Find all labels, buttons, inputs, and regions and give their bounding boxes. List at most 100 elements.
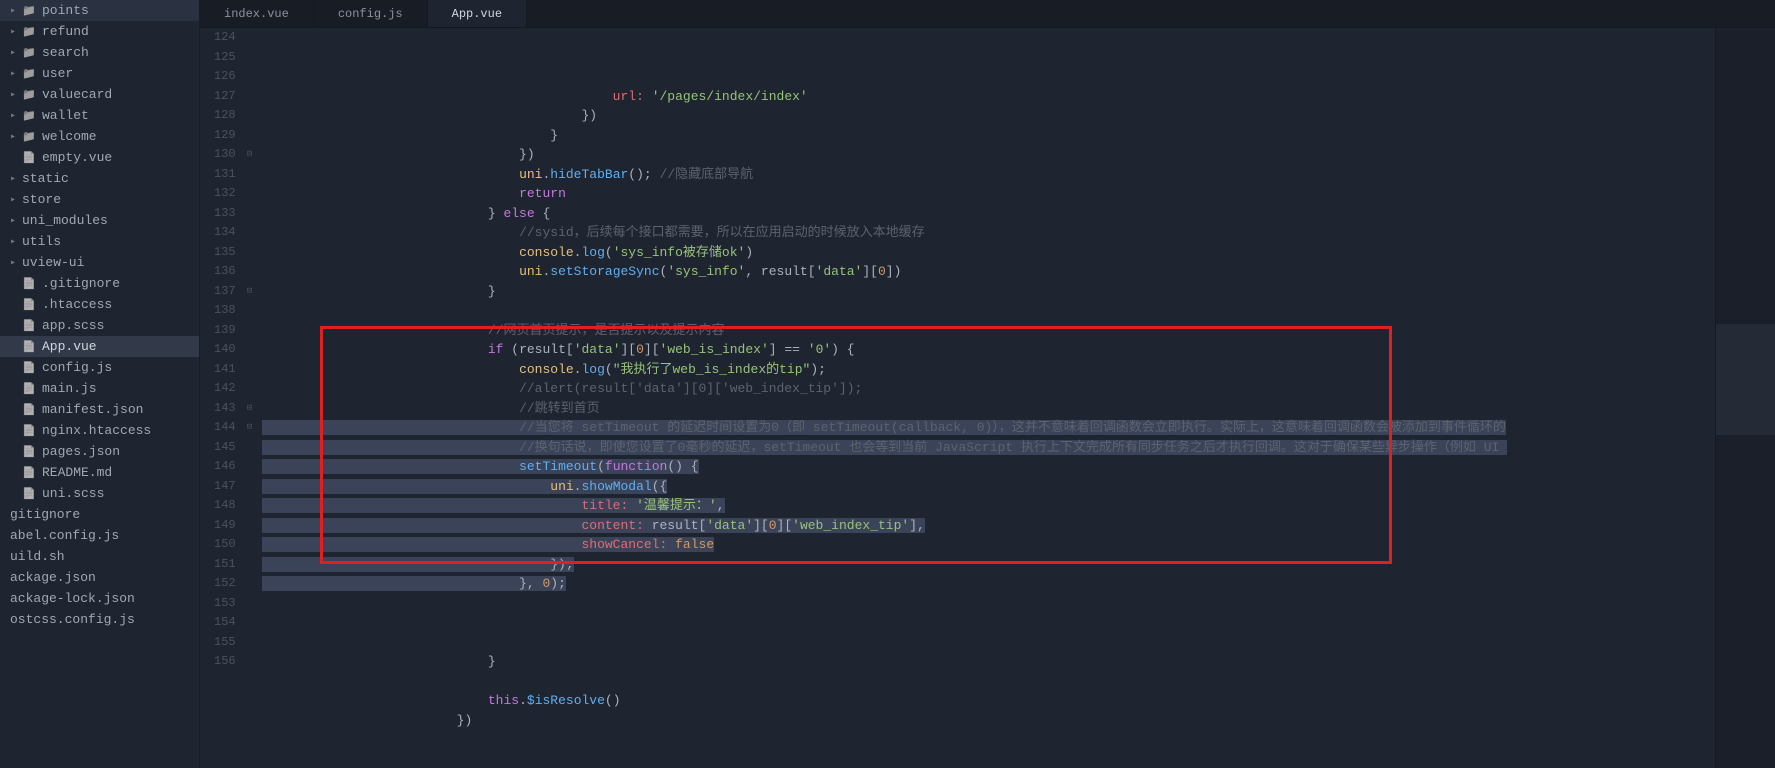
file-icon	[22, 403, 36, 417]
tree-label: search	[42, 45, 89, 60]
tree-label: config.js	[42, 360, 112, 375]
tab[interactable]: App.vue	[428, 0, 527, 27]
tree-label: utils	[22, 234, 61, 249]
code-line[interactable]: console.log("我执行了web_is_index的tip");	[262, 360, 1715, 380]
code-line[interactable]: this.$isResolve()	[262, 691, 1715, 711]
code-line[interactable]: }	[262, 126, 1715, 146]
tree-file[interactable]: empty.vue	[0, 147, 199, 168]
code-line[interactable]: uni.setStorageSync('sys_info', result['d…	[262, 262, 1715, 282]
tree-label: manifest.json	[42, 402, 143, 417]
code-line[interactable]: });	[262, 555, 1715, 575]
file-explorer[interactable]: ▸points▸refund▸search▸user▸valuecard▸wal…	[0, 0, 200, 768]
tree-label: gitignore	[10, 507, 80, 522]
tree-file[interactable]: uni.scss	[0, 483, 199, 504]
code-line[interactable]: content: result['data'][0]['web_index_ti…	[262, 516, 1715, 536]
tree-folder[interactable]: ▸store	[0, 189, 199, 210]
chevron-right-icon: ▸	[10, 5, 20, 17]
tree-folder[interactable]: ▸uview-ui	[0, 252, 199, 273]
tree-folder[interactable]: ▸user	[0, 63, 199, 84]
minimap[interactable]	[1715, 28, 1775, 768]
tree-label: uild.sh	[10, 549, 65, 564]
tree-file[interactable]: gitignore	[0, 504, 199, 525]
code-line[interactable]: //跳转到首页	[262, 399, 1715, 419]
tree-folder[interactable]: ▸points	[0, 0, 199, 21]
tree-label: empty.vue	[42, 150, 112, 165]
file-icon	[22, 298, 36, 312]
code-line[interactable]	[262, 594, 1715, 614]
minimap-viewport[interactable]	[1716, 324, 1775, 435]
tree-folder[interactable]: ▸utils	[0, 231, 199, 252]
tree-folder[interactable]: ▸static	[0, 168, 199, 189]
tree-file[interactable]: config.js	[0, 357, 199, 378]
code-line[interactable]: showCancel: false	[262, 535, 1715, 555]
code-line[interactable]: if (result['data'][0]['web_is_index'] ==…	[262, 340, 1715, 360]
code-area[interactable]: url: '/pages/index/index' }) } }) uni.hi…	[256, 28, 1715, 768]
chevron-right-icon: ▸	[10, 131, 20, 143]
tree-label: pages.json	[42, 444, 120, 459]
code-line[interactable]: }	[262, 652, 1715, 672]
chevron-right-icon: ▸	[10, 215, 20, 227]
tree-file[interactable]: pages.json	[0, 441, 199, 462]
tree-folder[interactable]: ▸wallet	[0, 105, 199, 126]
code-line[interactable]: title: '温馨提示：',	[262, 496, 1715, 516]
code-line[interactable]	[262, 613, 1715, 633]
code-line[interactable]: }, 0);	[262, 574, 1715, 594]
code-line[interactable]: return	[262, 184, 1715, 204]
tab-bar: index.vueconfig.jsApp.vue	[200, 0, 1775, 28]
tree-file[interactable]: .htaccess	[0, 294, 199, 315]
folder-icon	[22, 130, 36, 144]
file-icon	[22, 424, 36, 438]
editor-main: index.vueconfig.jsApp.vue 12412512612712…	[200, 0, 1775, 768]
code-line[interactable]	[262, 633, 1715, 653]
code-line[interactable]: //换句话说，即使您设置了0毫秒的延迟，setTimeout 也会等到当前 Ja…	[262, 438, 1715, 458]
tree-label: ostcss.config.js	[10, 612, 135, 627]
tree-label: main.js	[42, 381, 97, 396]
tree-file[interactable]: app.scss	[0, 315, 199, 336]
tree-folder[interactable]: ▸valuecard	[0, 84, 199, 105]
code-line[interactable]	[262, 672, 1715, 692]
tree-folder[interactable]: ▸ refund	[0, 21, 199, 42]
tree-file[interactable]: ackage-lock.json	[0, 588, 199, 609]
tree-label: static	[22, 171, 69, 186]
code-line[interactable]: console.log('sys_info被存储ok')	[262, 243, 1715, 263]
code-line[interactable]: })	[262, 106, 1715, 126]
code-line[interactable]: })	[262, 711, 1715, 731]
code-line[interactable]: })	[262, 145, 1715, 165]
tree-label: refund	[42, 24, 89, 39]
tree-label: ackage-lock.json	[10, 591, 135, 606]
code-line[interactable]: uni.showModal({	[262, 477, 1715, 497]
tree-folder[interactable]: ▸uni_modules	[0, 210, 199, 231]
code-line[interactable]: } else {	[262, 204, 1715, 224]
chevron-right-icon: ▸	[10, 26, 20, 38]
file-icon	[22, 382, 36, 396]
tree-file[interactable]: abel.config.js	[0, 525, 199, 546]
tree-file[interactable]: ackage.json	[0, 567, 199, 588]
tree-file[interactable]: .gitignore	[0, 273, 199, 294]
tree-file[interactable]: manifest.json	[0, 399, 199, 420]
code-line[interactable]: uni.hideTabBar(); //隐藏底部导航	[262, 165, 1715, 185]
tree-file[interactable]: App.vue	[0, 336, 199, 357]
folder-icon	[22, 67, 36, 81]
tree-file[interactable]: nginx.htaccess	[0, 420, 199, 441]
tree-file[interactable]: main.js	[0, 378, 199, 399]
tree-folder[interactable]: ▸welcome	[0, 126, 199, 147]
file-icon	[22, 487, 36, 501]
code-line[interactable]: url: '/pages/index/index'	[262, 87, 1715, 107]
chevron-right-icon: ▸	[10, 257, 20, 269]
tab[interactable]: config.js	[314, 0, 428, 27]
code-line[interactable]: }	[262, 282, 1715, 302]
code-line[interactable]: setTimeout(function() {	[262, 457, 1715, 477]
tab[interactable]: index.vue	[200, 0, 314, 27]
tree-file[interactable]: ostcss.config.js	[0, 609, 199, 630]
file-icon	[22, 319, 36, 333]
code-line[interactable]: //sysid，后续每个接口都需要，所以在应用启动的时候放入本地缓存	[262, 223, 1715, 243]
code-line[interactable]	[262, 301, 1715, 321]
tree-file[interactable]: README.md	[0, 462, 199, 483]
code-line[interactable]: //当您将 setTimeout 的延迟时间设置为0（即 setTimeout(…	[262, 418, 1715, 438]
code-line[interactable]: //alert(result['data'][0]['web_index_tip…	[262, 379, 1715, 399]
tree-file[interactable]: uild.sh	[0, 546, 199, 567]
chevron-right-icon: ▸	[10, 194, 20, 206]
folder-icon	[22, 4, 36, 18]
code-line[interactable]: //网页首页提示，是否提示以及提示内容	[262, 321, 1715, 341]
tree-folder[interactable]: ▸search	[0, 42, 199, 63]
